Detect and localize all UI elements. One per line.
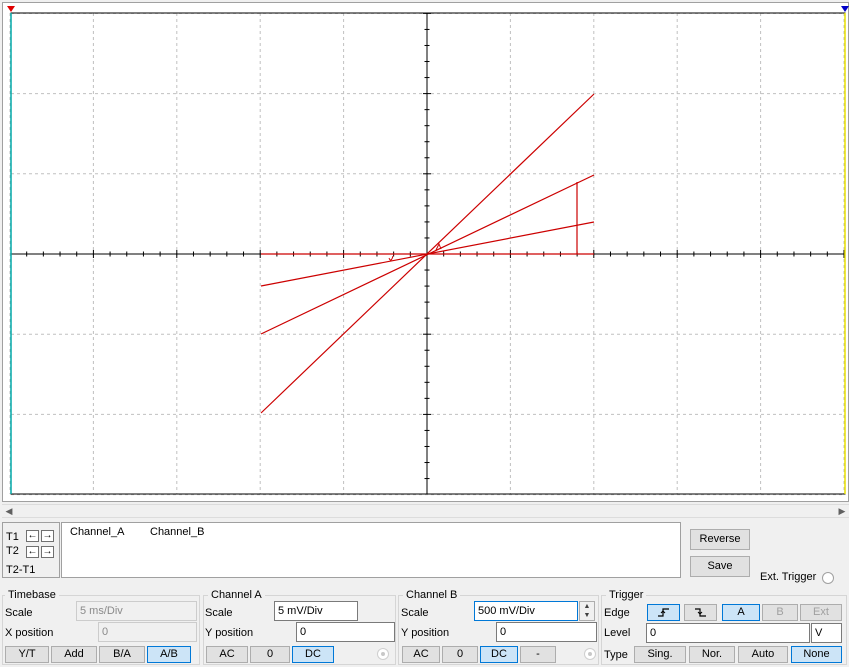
channel-a-dc-button[interactable]: DC [292, 646, 334, 663]
scroll-right-icon[interactable]: ▶ [835, 505, 849, 517]
channel-b-ypos-field[interactable]: 0 [496, 622, 597, 642]
timebase-title: Timebase [5, 589, 59, 601]
horizontal-scrollbar[interactable]: ◀ ▶ [2, 504, 849, 518]
save-button[interactable]: Save [690, 556, 750, 577]
trigger-type-auto-button[interactable]: Auto [738, 646, 788, 663]
channel-b-scale-field[interactable]: 500 mV/Div [474, 601, 578, 621]
channel-b-ypos-label: Y position [401, 627, 450, 639]
trigger-type-single-button[interactable]: Sing. [634, 646, 686, 663]
cursor-control-panel: T1 ← → T2 ← → T2-T1 [2, 522, 60, 578]
falling-edge-button[interactable] [684, 604, 717, 621]
mode-yt-button[interactable]: Y/T [5, 646, 49, 663]
reverse-button[interactable]: Reverse [690, 529, 750, 550]
channel-b-dc-button[interactable]: DC [480, 646, 518, 663]
ext-trigger-label: Ext. Trigger [760, 571, 817, 583]
rising-edge-button[interactable] [647, 604, 680, 621]
t2-t1-label: T2-T1 [6, 564, 36, 576]
channel-b-title: Channel B [403, 589, 461, 601]
timebase-scale-label: Scale [5, 607, 33, 619]
channel-b-indicator[interactable] [584, 648, 596, 660]
cursor-readout-area: Channel_A Channel_B [61, 522, 681, 578]
scope-display [7, 6, 849, 496]
trigger-type-none-button[interactable]: None [791, 646, 842, 663]
ext-trigger-indicator[interactable] [822, 572, 834, 584]
falling-edge-icon [694, 608, 706, 617]
channel-a-zero-button[interactable]: 0 [250, 646, 290, 663]
mode-ba-button[interactable]: B/A [99, 646, 145, 663]
t2-right-arrow-icon[interactable]: → [41, 546, 54, 558]
trigger-level-field[interactable]: 0 [646, 623, 810, 643]
cursor-t2-marker-icon [841, 6, 849, 12]
readout-channel-a-header: Channel_A [70, 526, 125, 538]
channel-b-scale-label: Scale [401, 607, 429, 619]
spin-up-icon[interactable]: ▲ [580, 602, 594, 611]
trigger-source-b-button[interactable]: B [762, 604, 798, 621]
t2-left-arrow-icon[interactable]: ← [26, 546, 39, 558]
oscilloscope-screen[interactable] [2, 2, 849, 502]
cursor-t1-marker-icon [7, 6, 15, 12]
channel-a-ypos-field[interactable]: 0 [296, 622, 395, 642]
trigger-level-label: Level [604, 627, 631, 639]
scroll-left-icon[interactable]: ◀ [2, 505, 16, 517]
trigger-type-normal-button[interactable]: Nor. [689, 646, 735, 663]
rising-edge-icon [657, 608, 669, 617]
channel-b-scale-spinner[interactable]: ▲ ▼ [579, 601, 595, 621]
channel-b-zero-button[interactable]: 0 [442, 646, 478, 663]
spin-down-icon[interactable]: ▼ [580, 611, 594, 620]
trigger-source-ext-button[interactable]: Ext [800, 604, 842, 621]
trace-artifact [388, 255, 394, 261]
trigger-edge-label: Edge [604, 607, 630, 619]
t2-label: T2 [6, 545, 19, 557]
channel-a-scale-label: Scale [205, 607, 233, 619]
channel-a-title: Channel A [208, 589, 265, 601]
t1-right-arrow-icon[interactable]: → [41, 530, 54, 542]
t1-label: T1 [6, 531, 19, 543]
trigger-level-unit[interactable]: V [811, 623, 842, 643]
channel-a-indicator[interactable] [377, 648, 389, 660]
channel-a-ac-button[interactable]: AC [206, 646, 248, 663]
trigger-type-label: Type [604, 649, 628, 661]
mode-ab-button[interactable]: A/B [147, 646, 191, 663]
timebase-xpos-label: X position [5, 627, 54, 639]
channel-b-minus-button[interactable]: - [520, 646, 556, 663]
timebase-xpos-field[interactable]: 0 [98, 622, 197, 642]
mode-add-button[interactable]: Add [51, 646, 97, 663]
t1-left-arrow-icon[interactable]: ← [26, 530, 39, 542]
readout-channel-b-header: Channel_B [150, 526, 205, 538]
timebase-scale-field[interactable]: 5 ms/Div [76, 601, 197, 621]
trigger-source-a-button[interactable]: A [722, 604, 760, 621]
channel-a-ypos-label: Y position [205, 627, 254, 639]
trigger-title: Trigger [606, 589, 647, 601]
channel-a-scale-field[interactable]: 5 mV/Div [274, 601, 358, 621]
channel-b-ac-button[interactable]: AC [402, 646, 440, 663]
